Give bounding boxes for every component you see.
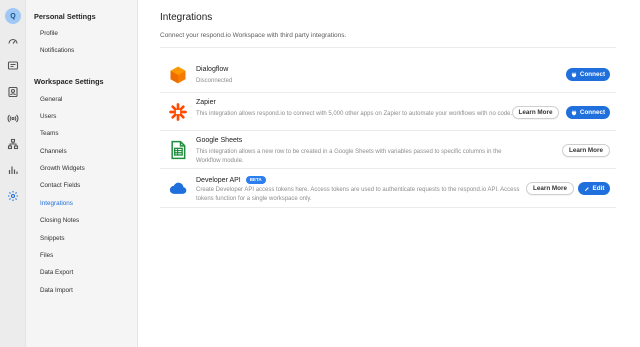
integration-status: Disconnected (196, 78, 233, 84)
nav-item-data-import[interactable]: Data Import (40, 287, 73, 294)
messages-icon[interactable] (6, 59, 20, 73)
google-sheets-logo-icon (168, 140, 188, 160)
nav-item-notifications[interactable]: Notifications (40, 47, 74, 54)
integration-row-google-sheets: Google Sheets This integration allows a … (160, 131, 616, 169)
settings-icon[interactable] (6, 189, 20, 203)
nav-item-closing-notes[interactable]: Closing Notes (40, 217, 79, 224)
integration-row-dialogflow: Dialogflow Disconnected Connect (160, 57, 616, 93)
integration-name: Developer API BETA (196, 176, 266, 184)
dashboard-icon[interactable] (6, 34, 20, 48)
settings-nav: Personal Settings Profile Notifications … (26, 0, 138, 347)
connect-button[interactable]: Connect (566, 68, 610, 81)
cloud-icon (168, 178, 188, 198)
connect-label: Connect (579, 71, 606, 78)
nav-item-teams[interactable]: Teams (40, 130, 59, 137)
learn-more-button[interactable]: Learn More (562, 144, 610, 157)
integration-description: This integration allows respond.io to co… (196, 111, 513, 117)
nav-item-users[interactable]: Users (40, 113, 56, 120)
nav-item-files[interactable]: Files (40, 252, 53, 259)
nav-item-general[interactable]: General (40, 96, 62, 103)
learn-more-button[interactable]: Learn More (512, 106, 559, 119)
nav-item-integrations[interactable]: Integrations (40, 200, 73, 207)
learn-more-button[interactable]: Learn More (526, 182, 574, 195)
zapier-logo-icon (168, 102, 188, 122)
reports-icon[interactable] (6, 163, 20, 177)
integration-row-zapier: Zapier This integration allows respond.i… (160, 93, 616, 131)
integration-name-text: Developer API (196, 177, 241, 184)
edit-button[interactable]: Edit (578, 182, 610, 195)
nav-item-contact-fields[interactable]: Contact Fields (40, 182, 80, 189)
edit-label: Edit (592, 185, 605, 192)
workflows-icon[interactable] (6, 137, 20, 151)
pencil-icon (584, 186, 589, 191)
connect-button[interactable]: Connect (566, 106, 610, 119)
nav-item-data-export[interactable]: Data Export (40, 269, 73, 276)
main-content: Integrations Connect your respond.io Wor… (138, 0, 640, 347)
nav-item-channels[interactable]: Channels (40, 148, 67, 155)
personal-settings-heading: Personal Settings (34, 12, 96, 21)
integration-row-developer-api: Developer API BETA Create Developer API a… (160, 169, 616, 208)
contacts-icon[interactable] (6, 85, 20, 99)
beta-badge: BETA (245, 176, 266, 184)
integration-name: Dialogflow (196, 66, 229, 73)
divider (160, 47, 616, 48)
avatar[interactable]: Q (5, 8, 21, 24)
page-subtitle: Connect your respond.io Workspace with t… (160, 32, 347, 39)
integration-name: Zapier (196, 99, 216, 106)
integration-description: Create Developer API access tokens here.… (196, 187, 520, 202)
nav-item-profile[interactable]: Profile (40, 30, 58, 37)
icon-rail: Q (0, 0, 26, 347)
integration-name: Google Sheets (196, 137, 243, 144)
integration-description: This integration allows a new row to be … (196, 149, 502, 164)
plug-icon (571, 110, 577, 115)
nav-item-snippets[interactable]: Snippets (40, 235, 65, 242)
workspace-settings-heading: Workspace Settings (34, 77, 104, 86)
connect-label: Connect (579, 109, 606, 116)
broadcast-icon[interactable] (6, 111, 20, 125)
nav-item-growth-widgets[interactable]: Growth Widgets (40, 165, 85, 172)
page-title: Integrations (160, 12, 213, 23)
plug-icon (571, 72, 577, 77)
dialogflow-logo-icon (168, 65, 188, 85)
